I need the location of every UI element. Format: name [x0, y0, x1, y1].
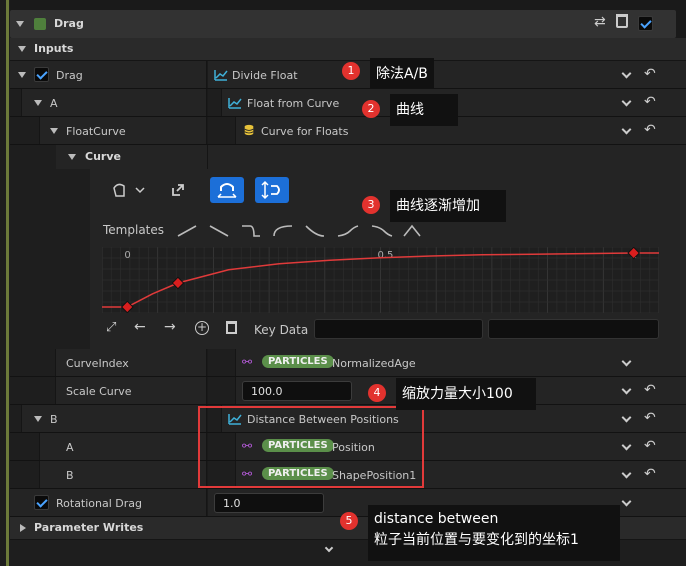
key-data-label: Key Data	[254, 323, 309, 337]
curve-arrow-icon[interactable]	[68, 154, 76, 160]
inputs-arrow-icon[interactable]	[18, 46, 26, 52]
scalecurve-input[interactable]: 100.0	[242, 381, 352, 401]
external-link-icon[interactable]	[172, 184, 184, 196]
link-icon: ⚯	[242, 355, 253, 369]
floatcurve-reset-icon[interactable]: ↶	[644, 122, 656, 138]
database-icon	[244, 124, 254, 136]
module-enabled-checkbox[interactable]	[638, 16, 653, 31]
annotation-note-3: 曲线逐渐增加	[390, 190, 506, 222]
curveindex-label: CurveIndex	[66, 357, 129, 370]
annotation-note-4: 缩放力量大小100	[396, 378, 536, 410]
magnet-icon	[217, 183, 237, 198]
b-a-reset-icon[interactable]: ↶	[644, 438, 656, 454]
inputs-label: Inputs	[34, 42, 74, 55]
curve-row: Curve	[10, 145, 686, 169]
b-reset-icon[interactable]: ↶	[644, 410, 656, 426]
scalecurve-row: Scale Curve 100.0 ↶	[10, 377, 686, 405]
annotation-badge-3: 3	[362, 196, 380, 214]
particles-pill: PARTICLES	[262, 355, 334, 368]
curve-graph[interactable]: 00.51	[102, 247, 659, 313]
function-icon	[214, 70, 228, 81]
rotational-input[interactable]: 1.0	[214, 493, 324, 513]
tangent-mode-icon[interactable]	[112, 182, 146, 198]
drag-label: Drag	[56, 69, 83, 82]
key-time-field[interactable]	[314, 319, 483, 339]
collapse-arrow-icon[interactable]	[16, 21, 24, 27]
prev-key-icon[interactable]: ←	[134, 319, 146, 335]
annotation-note-5-line1: distance between	[374, 511, 499, 527]
curve-editor: Templates 00.51 ⤢ ← → + Key Data	[10, 169, 686, 349]
normalize-button[interactable]	[255, 177, 289, 203]
drag-reset-icon[interactable]: ↶	[644, 66, 656, 82]
b-a-label: A	[66, 441, 74, 454]
a-value[interactable]: Float from Curve	[247, 97, 339, 110]
module-header[interactable]: Drag ⇄	[10, 10, 676, 38]
template-ease-in-icon	[273, 225, 293, 237]
module-title: Drag	[54, 17, 84, 30]
b-label: B	[50, 413, 58, 426]
template-smooth-down-icon	[371, 225, 393, 237]
template-ease-out-icon	[305, 225, 325, 237]
annotation-badge-5: 5	[340, 512, 358, 530]
curve-key[interactable]	[120, 300, 134, 313]
b-b-label: B	[66, 469, 74, 482]
function-icon	[228, 98, 242, 109]
template-smooth-up-icon	[337, 225, 359, 237]
template-step-down-icon	[242, 225, 260, 237]
module-icon	[34, 18, 46, 30]
floatcurve-row: FloatCurve Curve for Floats ↶	[10, 117, 686, 145]
b-arrow-icon[interactable]	[34, 416, 42, 422]
x-tick-label: 0	[124, 250, 130, 261]
rotational-enabled-checkbox[interactable]	[34, 495, 49, 510]
b-b-reset-icon[interactable]: ↶	[644, 466, 656, 482]
curve-label: Curve	[85, 150, 121, 163]
drag-enabled-checkbox[interactable]	[34, 67, 49, 82]
scalecurve-label: Scale Curve	[66, 385, 132, 398]
parameter-writes-arrow-icon[interactable]	[20, 524, 26, 532]
a-reset-icon[interactable]: ↶	[644, 94, 656, 110]
templates-label: Templates	[103, 223, 165, 237]
annotation-note-5: distance between 粒子当前位置与要变化到的坐标1	[368, 505, 620, 561]
annotation-note-1: 除法A/B	[370, 58, 434, 88]
a-arrow-icon[interactable]	[34, 100, 42, 106]
drag-arrow-icon[interactable]	[18, 72, 26, 78]
rotational-label: Rotational Drag	[56, 497, 143, 510]
curveindex-value[interactable]: NormalizedAge	[332, 357, 416, 370]
delete-key-icon[interactable]	[226, 321, 237, 334]
drag-value[interactable]: Divide Float	[232, 69, 298, 82]
annotation-badge-2: 2	[362, 100, 380, 118]
parameter-writes-label: Parameter Writes	[34, 521, 144, 534]
floatcurve-arrow-icon[interactable]	[50, 128, 58, 134]
x-tick-label: 0.5	[378, 250, 394, 261]
floatcurve-value[interactable]: Curve for Floats	[261, 125, 348, 138]
a-row: A Float from Curve ↶	[10, 89, 686, 117]
annotation-note-5-line2: 粒子当前位置与要变化到的坐标1	[374, 532, 579, 548]
fit-icon[interactable]: ⤢	[106, 320, 116, 335]
module-color-bar	[6, 0, 9, 566]
curve-key[interactable]	[171, 276, 185, 290]
template-ramp-up-icon	[177, 225, 197, 237]
magnet-button[interactable]	[210, 177, 244, 203]
shuffle-icon[interactable]: ⇄	[594, 14, 606, 30]
annotation-note-2: 曲线	[390, 94, 458, 126]
delete-icon[interactable]	[616, 14, 628, 28]
a-label: A	[50, 97, 58, 110]
scalecurve-reset-icon[interactable]: ↶	[644, 382, 656, 398]
curveindex-row: CurveIndex ⚯ PARTICLES NormalizedAge	[10, 349, 686, 377]
annotation-badge-1: 1	[342, 62, 360, 80]
add-key-icon[interactable]: +	[195, 321, 209, 335]
expand-more-icon[interactable]	[324, 543, 334, 553]
floatcurve-label: FloatCurve	[66, 125, 126, 138]
template-shapes[interactable]	[176, 221, 426, 239]
annotation-badge-4: 4	[368, 384, 386, 402]
inputs-section[interactable]: Inputs	[10, 38, 686, 61]
highlight-box	[198, 406, 424, 488]
key-value-field[interactable]	[488, 319, 659, 339]
normalize-icon	[261, 180, 280, 200]
next-key-icon[interactable]: →	[164, 319, 176, 335]
template-ramp-down-icon	[209, 225, 229, 237]
template-bell-icon	[403, 224, 421, 237]
